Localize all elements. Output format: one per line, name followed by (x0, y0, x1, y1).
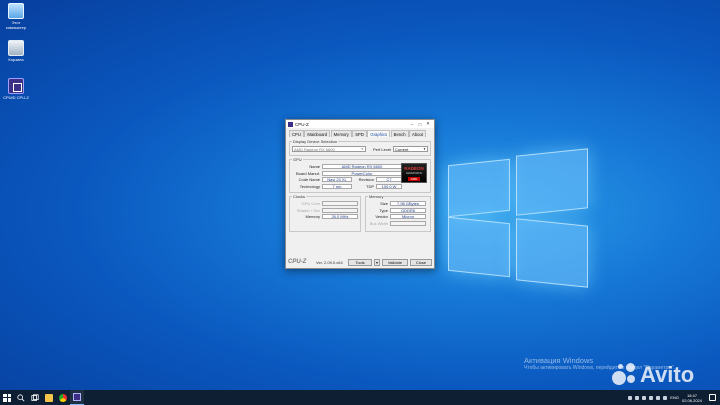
search-button[interactable] (14, 390, 28, 405)
bus-width-field (390, 220, 426, 226)
code-name-field: Navi 23 XL (322, 177, 352, 183)
cpuz-window: CPU-Z – □ ✕ CPU Mainboard Memory SPD Gra… (285, 119, 435, 269)
this-pc-icon (8, 3, 24, 19)
tab-cpu[interactable]: CPU (289, 130, 304, 137)
windows-logo (440, 140, 600, 288)
close-window-button[interactable]: ✕ (424, 121, 432, 127)
tab-mainboard[interactable]: Mainboard (304, 130, 331, 137)
gpu-name-field: AMD Radeon RX 6600 (322, 164, 402, 170)
cpuz-app-icon (288, 121, 293, 127)
folder-icon (45, 393, 53, 402)
gpu-group: GPU Name AMD Radeon RX 6600 Board Manuf.… (289, 156, 431, 193)
network-icon[interactable] (635, 395, 640, 400)
desktop-icon-recycle-bin[interactable]: Корзина (2, 40, 30, 62)
window-title: CPU-Z (295, 121, 309, 127)
avito-logo-icon (612, 363, 636, 387)
technology-field: 7 nm (322, 183, 352, 189)
cpuz-icon (8, 78, 24, 94)
close-button[interactable]: Close (410, 258, 432, 266)
avito-watermark: Avito (612, 362, 694, 388)
gpu-core-clock-field (322, 201, 358, 207)
memory-group: Memory Size 7.98 GBytes Type GDDR6 Vendo… (365, 193, 431, 232)
radeon-logo: RADEON GRAPHICS AMD (401, 162, 427, 183)
title-bar[interactable]: CPU-Z – □ ✕ (286, 120, 434, 128)
tdp-field: 100.0 W (376, 183, 402, 189)
memory-size-field: 7.98 GBytes (390, 201, 426, 207)
maximize-button[interactable]: □ (416, 122, 424, 127)
tab-spd[interactable]: SPD (352, 130, 367, 137)
task-view-button[interactable] (28, 390, 42, 405)
chrome-button[interactable] (56, 390, 70, 405)
tab-memory[interactable]: Memory (330, 130, 352, 137)
tab-about[interactable]: About (409, 130, 426, 137)
clocks-group: Clocks GPU Core Shader / Sec Memory 26.0… (289, 193, 361, 232)
start-button[interactable] (0, 390, 14, 405)
perf-level-select[interactable]: Current ▼ (393, 146, 428, 153)
tools-button[interactable]: Tools (348, 258, 372, 266)
board-manuf-field: PowerColor (322, 170, 402, 176)
battery-icon[interactable] (649, 395, 654, 400)
chevron-down-icon: ▼ (423, 147, 426, 152)
recycle-bin-icon (8, 40, 24, 56)
chevron-down-icon: ▾ (375, 259, 378, 265)
cpuz-taskbar-button[interactable] (70, 390, 84, 405)
memory-type-field: GDDR6 (390, 207, 426, 213)
chrome-icon (59, 393, 67, 402)
shield-icon[interactable] (656, 395, 661, 400)
windows-start-icon (3, 393, 11, 402)
display-selection-group: Display Device Selection AMD Radeon RX 6… (289, 139, 431, 156)
perf-level-label: Perf Level (372, 146, 391, 152)
device-select[interactable]: AMD Radeon RX 6600 ▼ (292, 146, 366, 153)
shader-clock-field (322, 207, 358, 213)
tray-chevron-icon[interactable] (628, 395, 633, 400)
window-footer: CPU-Z Ver. 2.09.0.x64 Tools ▾ Validate C… (288, 258, 432, 266)
minimize-button[interactable]: – (408, 122, 416, 127)
search-icon (17, 393, 25, 401)
memory-vendor-field: Micron (390, 214, 426, 220)
taskbar: ENG 16:47 02.06.2024 (0, 390, 720, 405)
system-tray: ENG 16:47 02.06.2024 (628, 390, 702, 405)
tools-dropdown-button[interactable]: ▾ (374, 258, 380, 266)
chevron-down-icon: ▼ (360, 147, 364, 152)
revision-field: C7 (376, 177, 402, 183)
speaker-icon[interactable] (663, 395, 668, 400)
volume-icon[interactable] (642, 395, 647, 400)
clock[interactable]: 16:47 02.06.2024 (682, 393, 702, 403)
input-language[interactable]: ENG (670, 395, 679, 400)
file-explorer-button[interactable] (42, 390, 56, 405)
validate-button[interactable]: Validate (382, 258, 408, 266)
memory-clock-field: 26.0 MHz (322, 214, 358, 220)
tab-graphics[interactable]: Graphics (367, 130, 391, 137)
cpuz-brand: CPU-Z (288, 259, 307, 265)
cpuz-icon (73, 393, 81, 401)
desktop-icon-cpuz[interactable]: CPUID CPU-Z (2, 78, 30, 100)
notification-center-icon[interactable] (709, 394, 716, 401)
tab-bar: CPU Mainboard Memory SPD Graphics Bench … (286, 128, 434, 137)
desktop-icon-this-pc[interactable]: Этот компьютер (2, 3, 30, 30)
tab-bench[interactable]: Bench (390, 130, 409, 137)
task-view-icon (31, 393, 39, 401)
version-label: Ver. 2.09.0.x64 (316, 259, 343, 265)
